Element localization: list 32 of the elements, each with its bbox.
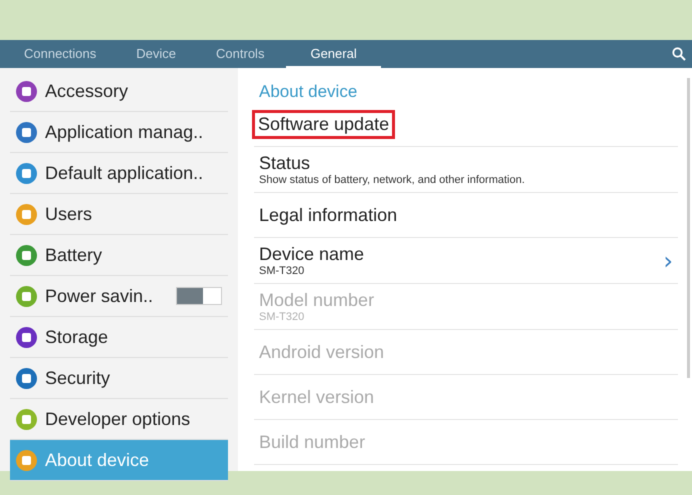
tab[interactable]: Connections [6,40,114,68]
sidebar-item[interactable]: Storage [10,317,228,358]
sidebar-item[interactable]: Battery [10,235,228,276]
sidebar-label: Security [45,368,110,388]
sidebar-item[interactable]: Application manag.. [10,112,228,153]
tab[interactable]: General [286,40,381,68]
sidebar-item[interactable]: Default application.. [10,153,228,194]
tab[interactable]: Device [118,40,194,68]
setting-title[interactable]: Status [259,153,310,174]
chevron[interactable]: › [663,246,673,274]
sidebar-label: About device [45,450,150,470]
sidebar-label: Default application.. [45,162,204,184]
sidebar-item[interactable]: Power savin.. [10,276,228,317]
sidebar-label: Accessory [45,80,128,102]
setting-subtitle: SM-T320 [259,265,306,277]
toggle-switch[interactable] [176,287,222,305]
tab[interactable]: Controls [198,40,282,68]
setting-title[interactable]: Device name [259,244,364,265]
setting-subtitle: Show status of battery, network, and other information. [259,174,526,186]
sidebar-label: Application manag.. [45,122,204,142]
sidebar-label: Users [45,204,92,224]
sidebar-label: Developer options [45,408,190,430]
setting-subtitle: SM-T320 [259,311,306,323]
sidebar-item[interactable]: Accessory [10,71,228,112]
search-icon[interactable] [672,47,686,61]
sidebar-item[interactable]: Users [10,194,228,235]
setting-title[interactable]: Legal information [259,204,398,226]
section-heading: About device [259,82,358,102]
sidebar-label: Storage [45,326,108,348]
sidebar-label: Power savin.. [45,286,154,306]
sidebar-item[interactable]: Security [10,358,228,399]
sidebar-label: Battery [45,244,102,266]
